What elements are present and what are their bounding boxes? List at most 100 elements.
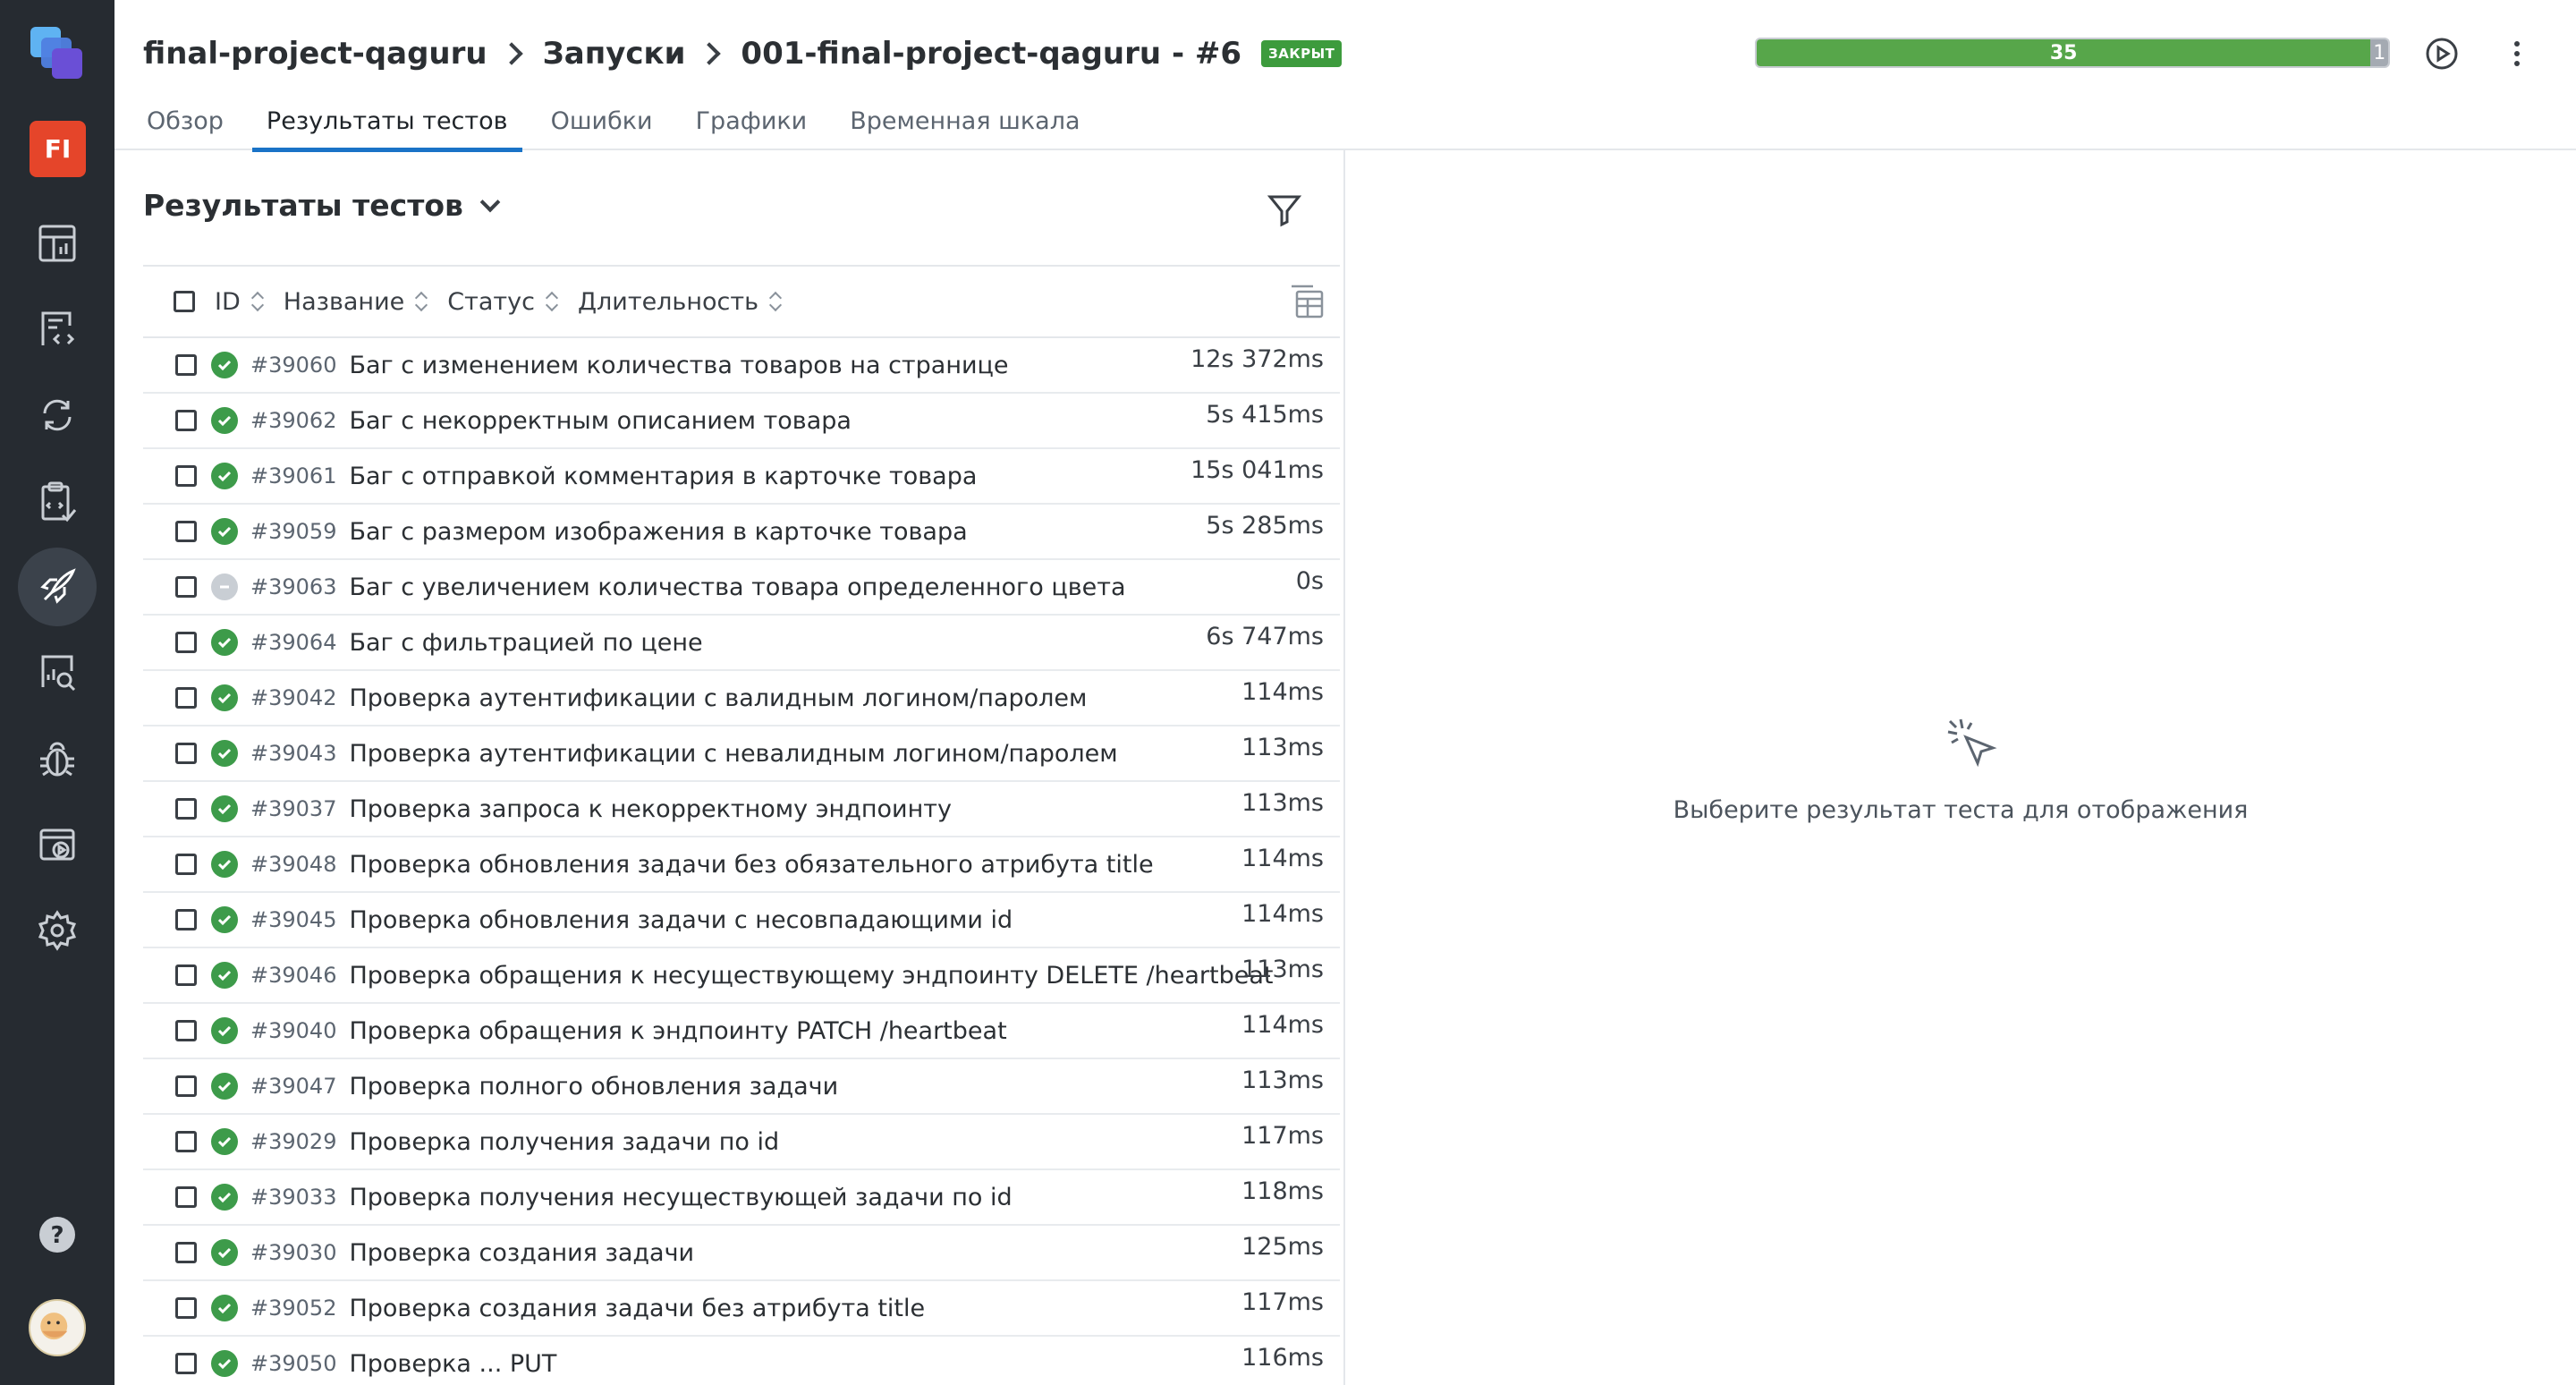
avatar[interactable] [29,1299,86,1356]
breadcrumb-launches[interactable]: Запуски [543,36,686,72]
defects-icon[interactable] [18,719,97,798]
sort-icon [251,290,264,313]
test-duration: 117ms [1241,1288,1324,1316]
test-id: #39045 [250,907,337,932]
row-checkbox[interactable] [175,576,197,598]
table-row[interactable]: #39052 Проверка создания задачи без атриб… [143,1281,1340,1337]
row-checkbox[interactable] [175,964,197,986]
launches-icon[interactable] [18,548,97,626]
status-passed-icon [211,962,238,989]
analytics-icon[interactable] [18,633,97,712]
table-row[interactable]: #39037 Проверка запроса к некорректному э… [143,782,1340,837]
more-menu-icon[interactable] [2497,34,2537,73]
row-checkbox[interactable] [175,1020,197,1041]
results-view-selector[interactable]: Результаты тестов [143,188,501,223]
row-checkbox[interactable] [175,1297,197,1319]
row-checkbox[interactable] [175,1353,197,1374]
breadcrumb-project[interactable]: final-project-qaguru [143,36,487,72]
test-id: #39042 [250,685,337,710]
tab-graphs[interactable]: Графики [682,100,822,150]
test-name: Проверка обновления задачи без обязатель… [349,850,1154,879]
tab-test-results[interactable]: Результаты тестов [251,100,522,152]
row-checkbox[interactable] [175,354,197,376]
test-duration: 118ms [1241,1177,1324,1205]
settings-icon[interactable] [18,891,97,970]
test-name: Проверка обращения к эндпоинту PATCH /he… [349,1016,1007,1045]
table-row[interactable]: #39061 Баг с отправкой комментария в карт… [143,449,1340,505]
table-row[interactable]: #39029 Проверка получения задачи по id 117… [143,1115,1340,1170]
row-checkbox[interactable] [175,909,197,930]
table-row[interactable]: #39042 Проверка аутентификации с валидным… [143,671,1340,726]
row-checkbox[interactable] [175,743,197,764]
row-checkbox[interactable] [175,1075,197,1097]
table-row[interactable]: #39030 Проверка создания задачи 125ms [143,1226,1340,1281]
test-id: #39050 [250,1351,337,1376]
launches-sync-icon[interactable] [18,376,97,455]
table-row[interactable]: #39045 Проверка обновления задачи с несов… [143,893,1340,948]
table-row[interactable]: #39047 Проверка полного обновления задачи… [143,1059,1340,1115]
launch-progress-bar[interactable]: 35 1 [1755,38,2390,68]
tab-timeline[interactable]: Временная шкала [835,100,1094,150]
status-skipped-icon [211,574,238,600]
progress-passed: 35 [1757,39,2371,66]
table-row[interactable]: #39063 Баг с увеличением количества товар… [143,560,1340,616]
tab-overview[interactable]: Обзор [132,100,238,150]
breadcrumb: final-project-qaguru Запуски 001-final-p… [143,30,1343,77]
table-row[interactable]: #39060 Баг с изменением количества товаро… [143,338,1340,394]
row-checkbox[interactable] [175,1131,197,1152]
table-row[interactable]: #39059 Баг с размером изображения в карто… [143,505,1340,560]
row-checkbox[interactable] [175,1186,197,1208]
test-duration: 6s 747ms [1206,623,1324,650]
test-duration: 113ms [1241,1066,1324,1094]
table-row[interactable]: #39040 Проверка обращения к эндпоинту PAT… [143,1004,1340,1059]
test-plans-icon[interactable] [18,462,97,540]
tab-errors[interactable]: Ошибки [537,100,667,150]
column-status[interactable]: Статус [447,288,558,316]
table-row[interactable]: #39062 Баг с некорректным описанием товар… [143,394,1340,449]
status-passed-icon [211,795,238,822]
row-checkbox[interactable] [175,687,197,709]
row-checkbox[interactable] [175,465,197,487]
dashboards-icon[interactable] [18,204,97,283]
test-duration: 117ms [1241,1122,1324,1150]
filter-icon[interactable] [1265,190,1304,229]
run-icon[interactable] [2422,34,2462,73]
select-all-checkbox[interactable] [174,291,195,312]
status-passed-icon [211,463,238,489]
columns-settings-icon[interactable] [1288,283,1327,322]
column-status-label: Статус [447,287,535,316]
column-duration[interactable]: Длительность [578,288,782,316]
row-checkbox[interactable] [175,854,197,875]
sort-icon [769,290,782,313]
table-row[interactable]: #39064 Баг с фильтрацией по цене 6s 747ms [143,616,1340,671]
test-id: #39033 [250,1185,337,1210]
test-name: Баг с некорректным описанием товара [349,406,852,435]
test-duration: 5s 285ms [1206,512,1324,540]
column-id[interactable]: ID [215,288,264,316]
row-checkbox[interactable] [175,1242,197,1263]
column-name[interactable]: Название [284,288,428,316]
results-table-body: #39060 Баг с изменением количества товаро… [143,338,1340,1385]
test-name: Проверка обращения к несуществующему энд… [349,961,1274,990]
test-id: #39064 [250,630,337,655]
jobs-icon[interactable] [18,805,97,884]
row-checkbox[interactable] [175,798,197,820]
test-id: #39059 [250,519,337,544]
table-row[interactable]: #39048 Проверка обновления задачи без обя… [143,837,1340,893]
breadcrumb-launch: 001-final-project-qaguru - #6 [741,36,1242,72]
table-row[interactable]: #39043 Проверка аутентификации с невалидн… [143,726,1340,782]
column-duration-label: Длительность [577,287,759,316]
table-row[interactable]: #39050 Проверка ... PUT 116ms [143,1337,1340,1385]
test-name: Баг с размером изображения в карточке то… [349,517,968,546]
table-row[interactable]: #39046 Проверка обращения к несуществующе… [143,948,1340,1004]
app-logo[interactable] [27,23,86,82]
project-badge[interactable]: FI [30,121,86,177]
status-badge: ЗАКРЫТ [1261,40,1343,67]
status-passed-icon [211,740,238,767]
row-checkbox[interactable] [175,410,197,431]
row-checkbox[interactable] [175,632,197,653]
table-row[interactable]: #39033 Проверка получения несуществующей … [143,1170,1340,1226]
test-cases-icon[interactable] [18,290,97,369]
row-checkbox[interactable] [175,521,197,542]
help-icon[interactable]: ? [18,1195,97,1274]
